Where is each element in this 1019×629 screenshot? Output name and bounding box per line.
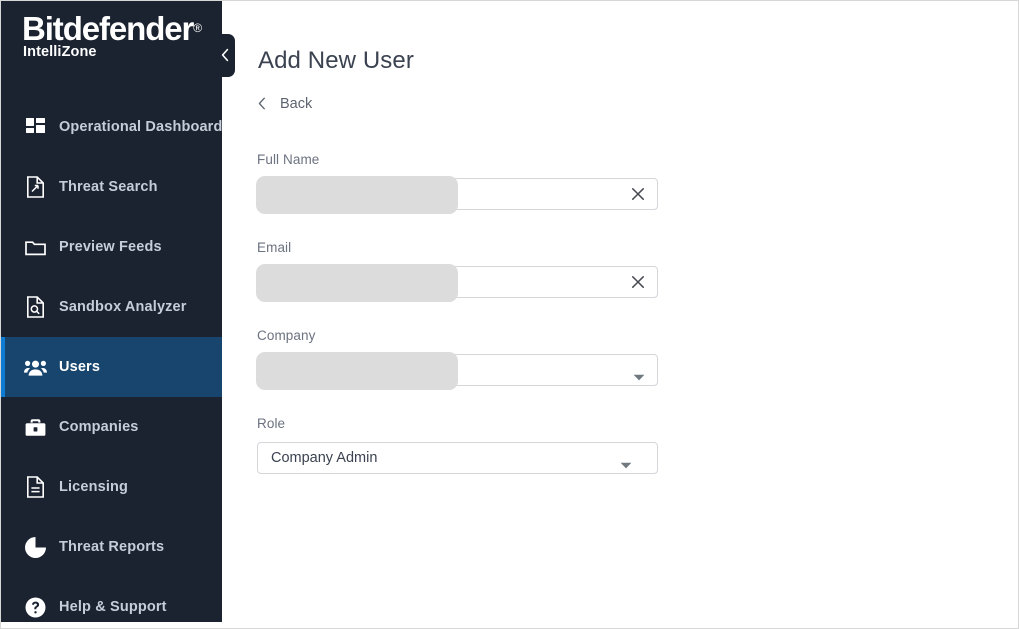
sidebar-item-label: Sandbox Analyzer [59,299,187,315]
sidebar-collapse-button[interactable] [217,34,235,77]
sidebar-item-label: Users [59,359,100,375]
clear-icon[interactable] [631,275,645,289]
sidebar-item-threat-search[interactable]: Threat Search [1,157,222,217]
users-group-icon [23,355,47,379]
back-label: Back [280,96,312,112]
company-select[interactable] [257,354,658,386]
sidebar-item-threat-reports[interactable]: Threat Reports [1,517,222,577]
product-name: IntelliZone [23,43,97,61]
redacted-overlay [256,264,458,302]
sidebar-item-users[interactable]: Users [1,337,222,397]
chevron-down-icon[interactable] [620,456,632,463]
sidebar-item-label: Threat Reports [59,539,164,555]
sidebar-navigation: Operational Dashboard Threat Search [1,97,222,622]
full-name-input[interactable] [257,178,658,210]
field-label: Email [257,239,697,257]
pie-chart-icon [23,535,47,559]
document-search-icon [23,175,47,199]
dashboard-grid-icon [23,115,47,139]
folder-icon [23,235,47,259]
field-label: Role [257,415,697,433]
chevron-down-icon[interactable] [633,368,645,375]
sidebar-item-label: Companies [59,419,139,435]
field-email: Email [257,239,697,298]
field-company: Company [257,327,697,386]
sidebar-item-licensing[interactable]: Licensing [1,457,222,517]
field-full-name: Full Name [257,151,697,210]
sidebar-item-label: Threat Search [59,179,158,195]
brand-name: Bitdefender [22,10,193,47]
redacted-overlay [256,352,458,390]
sidebar-item-sandbox-analyzer[interactable]: Sandbox Analyzer [1,277,222,337]
clear-icon[interactable] [631,187,645,201]
registered-trademark-icon: ® [193,21,202,35]
document-magnifier-icon [23,295,47,319]
main-content: Add New User Back Full Name [222,1,1018,628]
sidebar-item-preview-feeds[interactable]: Preview Feeds [1,217,222,277]
sidebar-item-label: Preview Feeds [59,239,162,255]
back-button[interactable]: Back [256,93,312,114]
document-lines-icon [23,475,47,499]
briefcase-icon [23,415,47,439]
sidebar-item-help-and-support[interactable]: Help & Support [1,577,222,622]
field-label: Full Name [257,151,697,169]
role-value: Company Admin [271,443,377,473]
brand-header: Bitdefender® IntelliZone [1,1,222,97]
page-title: Add New User [258,47,414,75]
sidebar-item-label: Licensing [59,479,128,495]
sidebar-item-label: Help & Support [59,599,167,615]
field-label: Company [257,327,697,345]
sidebar: Bitdefender® IntelliZone Operational Das… [1,1,222,622]
redacted-overlay [256,176,458,214]
role-select[interactable]: Company Admin [257,442,658,474]
chevron-left-icon [256,97,268,111]
sidebar-item-label: Operational Dashboard [59,119,222,135]
field-role: Role Company Admin [257,415,697,474]
sidebar-item-companies[interactable]: Companies [1,397,222,457]
chevron-left-icon [220,48,231,62]
email-input[interactable] [257,266,658,298]
sidebar-item-operational-dashboard[interactable]: Operational Dashboard [1,97,222,157]
application-window: Bitdefender® IntelliZone Operational Das… [0,0,1019,629]
question-circle-icon [23,595,47,619]
add-user-form: Full Name Email [257,151,697,503]
